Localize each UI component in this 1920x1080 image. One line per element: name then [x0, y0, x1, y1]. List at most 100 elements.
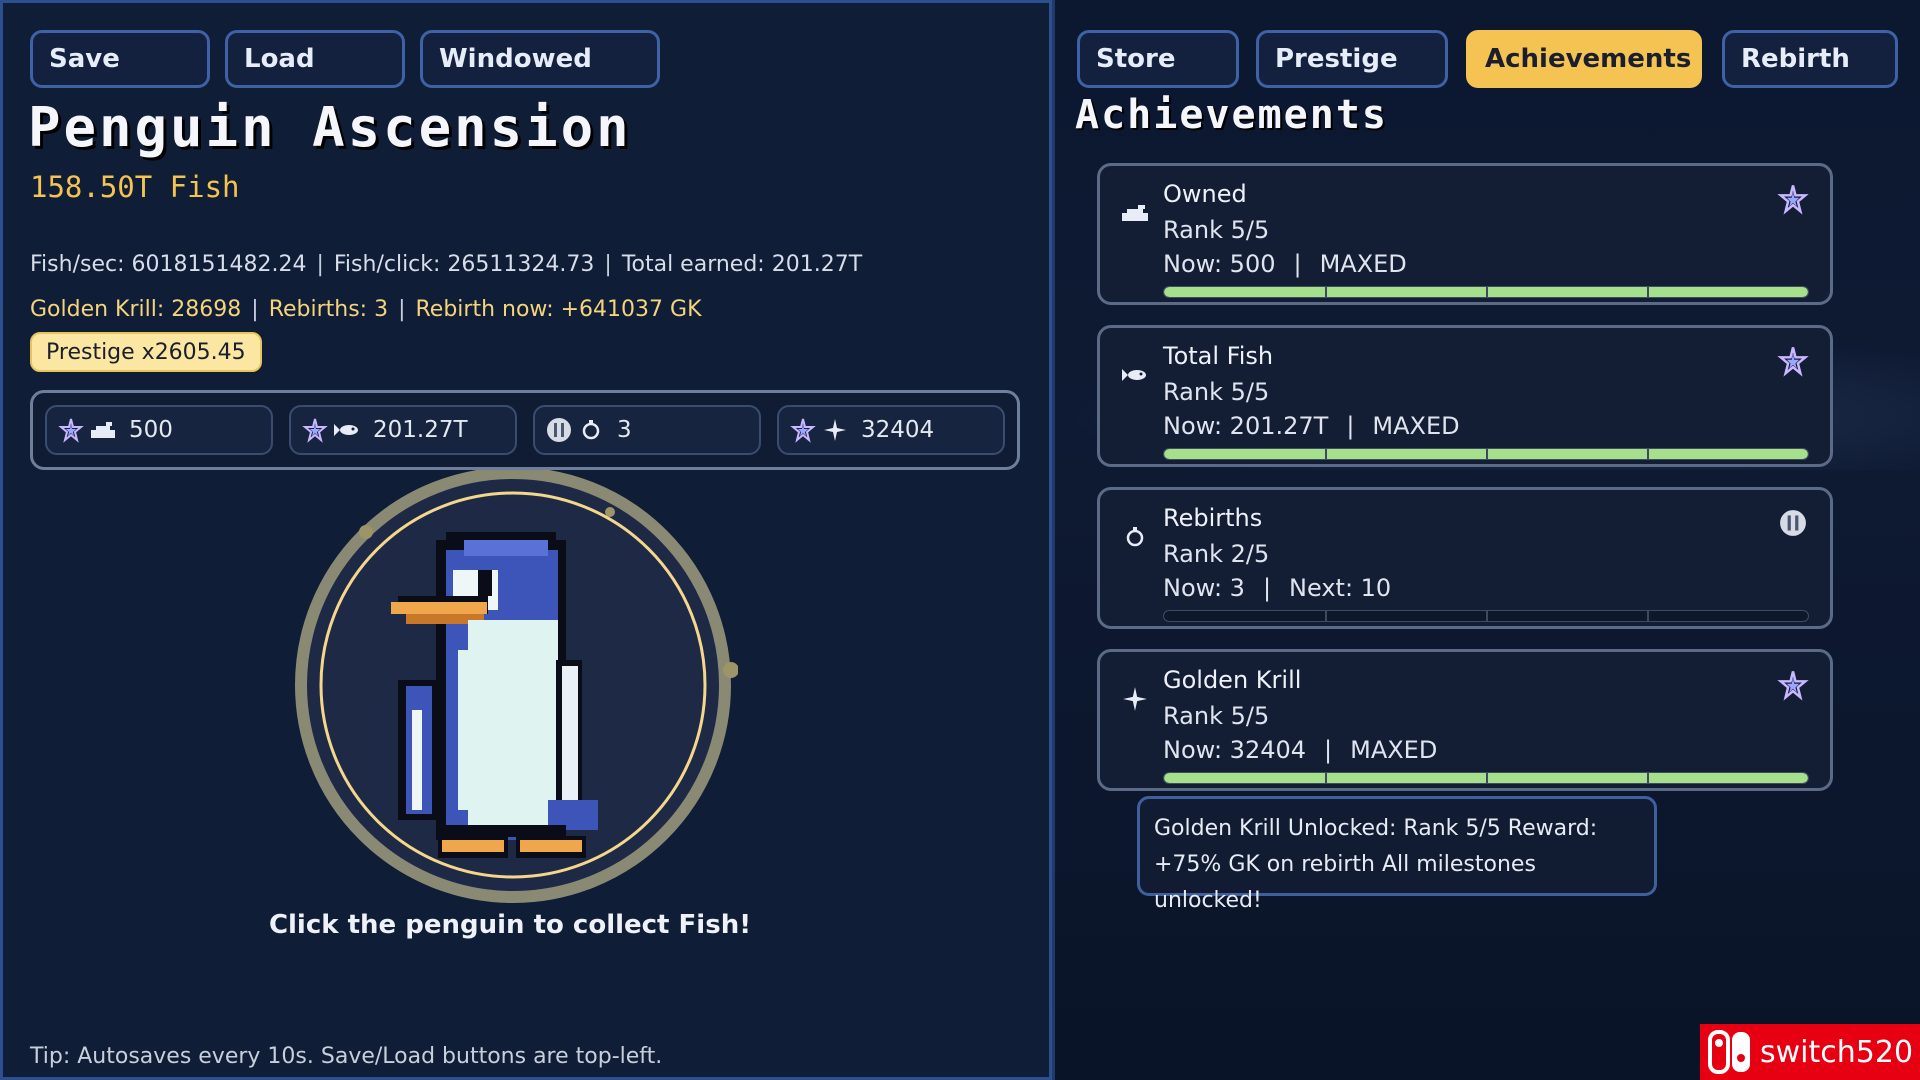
rebirths-count: Rebirths: 3 — [268, 297, 389, 322]
windowed-button-label: Windowed — [439, 44, 592, 74]
sparkle-icon — [1120, 686, 1150, 712]
separator: | — [1293, 250, 1302, 278]
achievement-progress-text: Now: 201.27T | MAXED — [1163, 412, 1460, 440]
summary-owned-value: 500 — [129, 417, 173, 443]
star-badge-icon — [1776, 344, 1810, 378]
pause-icon — [545, 416, 573, 444]
achievement-card-total-fish[interactable]: Total Fish Rank 5/5 Now: 201.27T | MAXED — [1097, 325, 1833, 467]
achievements-heading: Achievements — [1075, 92, 1388, 138]
progress-tick — [1325, 611, 1327, 621]
penguin-sprite — [295, 467, 739, 903]
achievement-name: Owned — [1163, 180, 1247, 208]
fish-total: 158.50T Fish — [30, 170, 240, 204]
star-badge-icon — [1776, 668, 1810, 702]
switch-logo-icon — [1706, 1028, 1754, 1076]
tab-store-label: Store — [1096, 44, 1176, 74]
pause-icon — [1776, 506, 1810, 540]
cycle-icon — [577, 416, 605, 444]
achievement-name: Total Fish — [1163, 342, 1274, 370]
watermark-text: switch520 — [1760, 1034, 1914, 1070]
summary-owned: 500 — [45, 405, 273, 455]
achievement-name: Golden Krill — [1163, 666, 1302, 694]
penguin-click-target[interactable] — [288, 467, 739, 910]
achievement-progress-text: Now: 3 | Next: 10 — [1163, 574, 1391, 602]
tab-prestige[interactable]: Prestige — [1256, 30, 1448, 88]
achievement-status: MAXED — [1350, 736, 1438, 764]
achievement-now: Now: 500 — [1163, 250, 1276, 278]
stats-line-production: Fish/sec: 6018151482.24 | Fish/click: 2651… — [30, 252, 862, 277]
achievement-rank: Rank 5/5 — [1163, 216, 1270, 244]
achievement-progress-bar — [1163, 286, 1809, 298]
separator: | — [1324, 736, 1333, 764]
tab-achievements[interactable]: Achievements — [1466, 30, 1702, 88]
achievement-card-golden-krill[interactable]: Golden Krill Rank 5/5 Now: 32404 | MAXED — [1097, 649, 1833, 791]
prestige-multiplier-badge: Prestige x2605.45 — [30, 332, 262, 372]
separator: | — [1262, 574, 1272, 602]
tab-rebirth[interactable]: Rebirth — [1722, 30, 1898, 88]
igloo-icon — [89, 416, 117, 444]
progress-tick — [1486, 449, 1488, 459]
progress-tick — [1486, 287, 1488, 297]
achievement-progress-text: Now: 500 | MAXED — [1163, 250, 1407, 278]
achievement-progress-bar — [1163, 448, 1809, 460]
achievement-status: Next: 10 — [1289, 574, 1392, 602]
summary-golden-krill: 32404 — [777, 405, 1005, 455]
achievement-card-owned[interactable]: Owned Rank 5/5 Now: 500 | MAXED — [1097, 163, 1833, 305]
summary-golden-krill-value: 32404 — [861, 417, 935, 443]
autosave-tip: Tip: Autosaves every 10s. Save/Load butt… — [30, 1044, 663, 1069]
progress-tick — [1647, 287, 1649, 297]
golden-krill-count: Golden Krill: 28698 — [30, 297, 242, 322]
separator: | — [604, 252, 612, 277]
tab-store[interactable]: Store — [1077, 30, 1239, 88]
star-badge-icon — [301, 416, 329, 444]
progress-tick — [1647, 611, 1649, 621]
achievement-rank: Rank 2/5 — [1163, 540, 1270, 568]
separator: | — [316, 252, 324, 277]
achievement-progress-bar — [1163, 610, 1809, 622]
fish-per-click: Fish/click: 26511324.73 — [333, 252, 595, 277]
progress-tick — [1325, 773, 1327, 783]
sparkle-icon — [821, 416, 849, 444]
save-button[interactable]: Save — [30, 30, 210, 88]
cycle-icon — [1120, 524, 1150, 550]
achievement-progress-bar — [1163, 772, 1809, 784]
game-title: Penguin Ascension — [28, 96, 632, 159]
progress-tick — [1325, 449, 1327, 459]
achievement-status: MAXED — [1319, 250, 1407, 278]
achievement-now: Now: 3 — [1163, 574, 1245, 602]
achievement-rank: Rank 5/5 — [1163, 378, 1270, 406]
progress-tick — [1647, 773, 1649, 783]
summary-total-fish: 201.27T — [289, 405, 517, 455]
star-badge-icon — [1776, 182, 1810, 216]
achievement-progress-text: Now: 32404 | MAXED — [1163, 736, 1437, 764]
tab-achievements-label: Achievements — [1485, 44, 1692, 74]
achievement-now: Now: 32404 — [1163, 736, 1307, 764]
fish-icon — [1120, 362, 1150, 388]
progress-tick — [1325, 287, 1327, 297]
achievement-card-rebirths[interactable]: Rebirths Rank 2/5 Now: 3 | Next: 10 — [1097, 487, 1833, 629]
tab-rebirth-label: Rebirth — [1741, 44, 1850, 74]
tab-prestige-label: Prestige — [1275, 44, 1398, 74]
achievement-rank: Rank 5/5 — [1163, 702, 1270, 730]
separator: | — [1346, 412, 1355, 440]
click-instruction: Click the penguin to collect Fish! — [268, 910, 752, 940]
achievement-summary-bar: 500 201.27T 3 32404 — [30, 390, 1020, 470]
rebirth-now: Rebirth now: +641037 GK — [415, 297, 702, 322]
windowed-button[interactable]: Windowed — [420, 30, 660, 88]
igloo-icon — [1120, 200, 1150, 226]
summary-rebirths-value: 3 — [617, 417, 632, 443]
progress-tick — [1486, 773, 1488, 783]
achievement-name: Rebirths — [1163, 504, 1263, 532]
stats-line-krill: Golden Krill: 28698 | Rebirths: 3 | Rebirth … — [30, 297, 702, 322]
total-earned: Total earned: 201.27T — [621, 252, 863, 277]
fish-icon — [333, 416, 361, 444]
summary-total-fish-value: 201.27T — [373, 417, 468, 443]
star-badge-icon — [789, 416, 817, 444]
fish-per-sec: Fish/sec: 6018151482.24 — [30, 252, 307, 277]
summary-rebirths: 3 — [533, 405, 761, 455]
progress-tick — [1486, 611, 1488, 621]
load-button[interactable]: Load — [225, 30, 405, 88]
progress-tick — [1647, 449, 1649, 459]
separator: | — [398, 297, 406, 322]
watermark: switch520 — [1700, 1024, 1920, 1080]
